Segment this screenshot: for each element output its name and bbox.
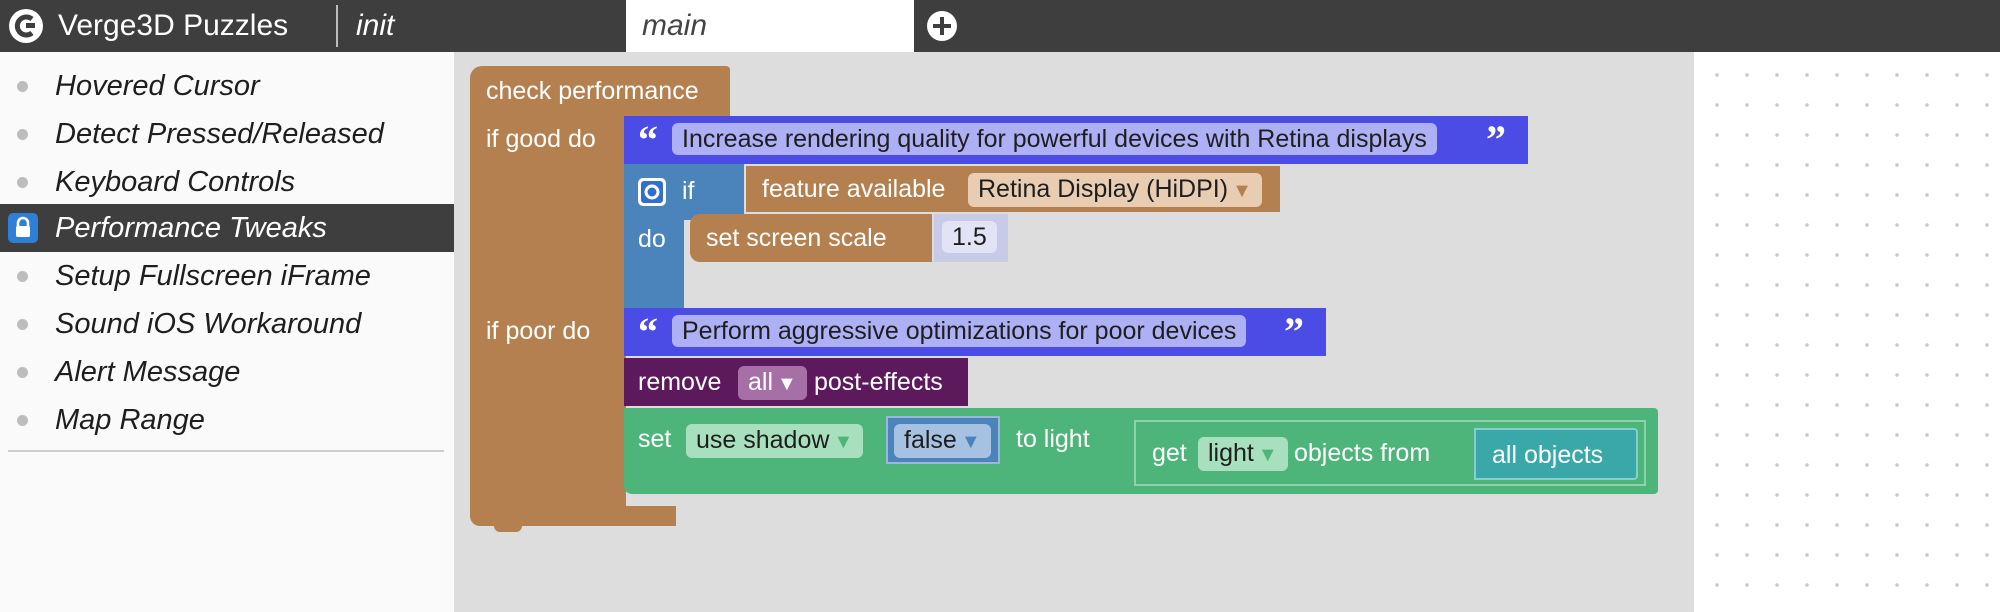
puzzle-workspace[interactable]: check performance if good do if poor do … [454, 52, 1694, 612]
comment-block[interactable]: “ Increase rendering quality for powerfu… [624, 116, 1528, 164]
comment-text[interactable]: Increase rendering quality for powerful … [672, 123, 1437, 155]
sidebar-item-label: Sound iOS Workaround [55, 308, 362, 340]
sidebar-item-label: Setup Fullscreen iFrame [55, 260, 371, 292]
gear-icon[interactable] [638, 178, 666, 206]
bullet-icon [17, 415, 28, 426]
sidebar-item-label: Detect Pressed/Released [55, 118, 384, 150]
app-title: Verge3D Puzzles [58, 9, 289, 42]
check-performance-title: check performance [486, 77, 699, 105]
screen-scale-number-block[interactable]: 1.5 [934, 214, 1008, 262]
close-quote-icon: ” [1486, 117, 1506, 162]
set-screen-scale-label: set screen scale [706, 224, 887, 252]
remove-label: remove [638, 368, 722, 396]
open-quote-icon: “ [638, 117, 658, 162]
if-good-do-label: if good do [486, 125, 596, 153]
sidebar-item-map-range[interactable]: Map Range [0, 396, 454, 444]
dropdown-arrow-icon: ▼ [1232, 180, 1252, 202]
bullet-icon [17, 81, 28, 92]
sidebar-item-hovered-cursor[interactable]: Hovered Cursor [0, 62, 454, 110]
comment-text[interactable]: Perform aggressive optimizations for poo… [672, 315, 1247, 347]
check-performance-bottom [626, 506, 676, 526]
dropdown-arrow-icon: ▼ [1257, 444, 1278, 466]
remove-dropdown[interactable]: all ▼ [738, 366, 807, 400]
all-objects-label: all objects [1492, 441, 1604, 469]
remove-value: all [748, 368, 774, 396]
bullet-icon [17, 319, 28, 330]
dotted-grid-area [1694, 52, 2000, 612]
remove-post-effects-block[interactable]: remove all ▼ post-effects [624, 358, 968, 406]
verge3d-logo-icon [9, 9, 43, 43]
object-type-value: light [1208, 439, 1254, 467]
tab-main[interactable]: main [626, 0, 914, 52]
sidebar-item-label: Keyboard Controls [55, 166, 296, 198]
set-screen-scale-block[interactable]: set screen scale [690, 214, 932, 262]
sidebar-item-keyboard-controls[interactable]: Keyboard Controls [0, 158, 454, 206]
to-light-label: to light [1016, 425, 1090, 453]
all-objects-block[interactable]: all objects [1474, 428, 1638, 480]
boolean-dropdown[interactable]: false ▼ [894, 424, 991, 458]
title-separator [336, 5, 338, 47]
boolean-block[interactable]: false ▼ [886, 416, 1000, 464]
puzzle-library-sidebar: Hovered Cursor Detect Pressed/Released K… [0, 52, 454, 612]
dropdown-arrow-icon: ▼ [960, 431, 981, 453]
screen-scale-value[interactable]: 1.5 [942, 221, 997, 253]
sidebar-item-label: Performance Tweaks [55, 212, 327, 244]
get-objects-block[interactable]: get light ▼ objects from all objects [1134, 420, 1646, 486]
sidebar-item-label: Alert Message [55, 356, 241, 388]
check-performance-connector [494, 524, 522, 532]
objects-from-label: objects from [1294, 439, 1431, 467]
set-light-property-block[interactable]: set use shadow ▼ false ▼ to light get ligh… [624, 408, 1658, 494]
set-label: set [638, 425, 672, 453]
feature-available-block[interactable]: feature available Retina Display (HiDPI)… [746, 166, 1280, 212]
get-label: get [1152, 439, 1187, 467]
shadow-property-dropdown[interactable]: use shadow ▼ [686, 424, 864, 458]
object-type-dropdown[interactable]: light ▼ [1198, 437, 1288, 471]
add-tab-icon[interactable] [926, 10, 958, 42]
open-quote-icon: “ [638, 309, 658, 354]
sidebar-item-alert-message[interactable]: Alert Message [0, 348, 454, 396]
dropdown-arrow-icon: ▼ [833, 431, 854, 453]
sidebar-item-performance-tweaks[interactable]: Performance Tweaks [0, 204, 454, 252]
tab-init[interactable]: init [356, 0, 394, 52]
shadow-property-value: use shadow [696, 426, 830, 454]
top-bar: Verge3D Puzzles init main [0, 0, 2000, 52]
bullet-icon [17, 271, 28, 282]
sidebar-item-label: Map Range [55, 404, 205, 436]
sidebar-item-setup-fullscreen-iframe[interactable]: Setup Fullscreen iFrame [0, 252, 454, 300]
if-poor-do-label: if poor do [486, 317, 591, 345]
feature-dropdown[interactable]: Retina Display (HiDPI) ▼ [968, 173, 1262, 207]
if-label: if [682, 177, 695, 205]
do-label: do [638, 225, 666, 253]
comment-block[interactable]: “ Perform aggressive optimizations for p… [624, 308, 1326, 356]
dropdown-arrow-icon: ▼ [777, 373, 797, 395]
feature-value: Retina Display (HiDPI) [978, 175, 1229, 203]
close-quote-icon: ” [1284, 309, 1304, 354]
sidebar-item-sound-ios-workaround[interactable]: Sound iOS Workaround [0, 300, 454, 348]
sidebar-divider [8, 450, 444, 452]
boolean-value: false [904, 426, 957, 454]
lock-icon [8, 213, 38, 243]
sidebar-item-detect-pressed-released[interactable]: Detect Pressed/Released [0, 110, 454, 158]
bullet-icon [17, 177, 28, 188]
bullet-icon [17, 129, 28, 140]
post-effects-label: post-effects [814, 368, 943, 396]
bullet-icon [17, 367, 28, 378]
feature-available-label: feature available [762, 175, 946, 203]
sidebar-item-label: Hovered Cursor [55, 70, 260, 102]
